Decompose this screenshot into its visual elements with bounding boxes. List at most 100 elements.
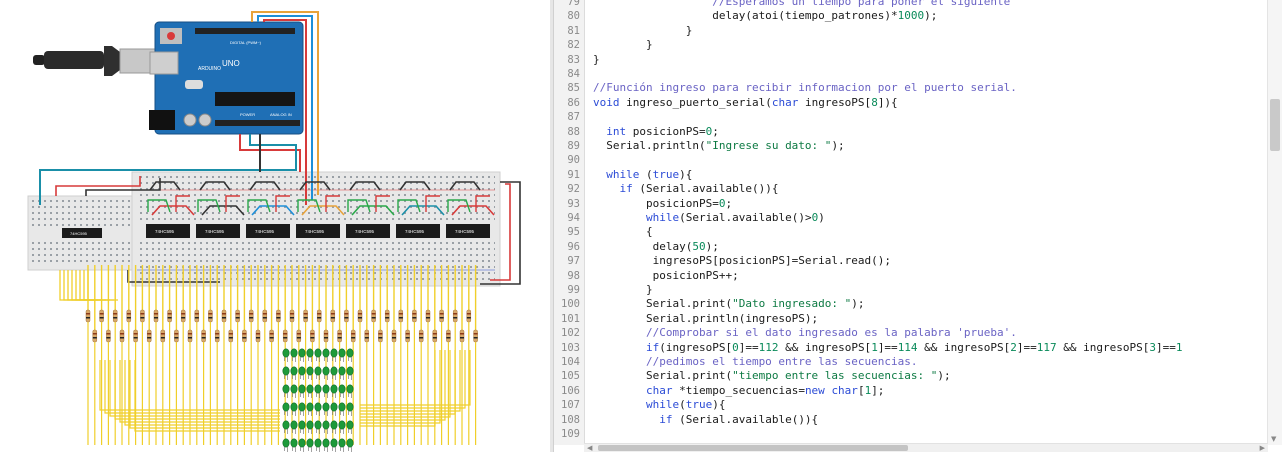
resistor[interactable] — [405, 329, 410, 343]
resistor[interactable] — [221, 309, 227, 323]
led[interactable] — [322, 420, 330, 430]
vertical-scroll-thumb[interactable] — [1270, 99, 1280, 151]
code-line[interactable]: delay(50); — [593, 240, 719, 254]
led[interactable] — [346, 420, 354, 430]
led[interactable] — [298, 366, 306, 376]
resistor[interactable] — [255, 329, 261, 343]
led[interactable] — [282, 438, 290, 448]
resistor[interactable] — [235, 309, 240, 323]
scroll-right-arrow-icon[interactable]: ▶ — [1260, 444, 1265, 452]
resistor[interactable] — [262, 309, 268, 323]
code-line[interactable]: if (Serial.available()){ — [593, 182, 779, 196]
arduino-board[interactable]: UNO ARDUINO DIGITAL (PWM~) POWER ANALOG … — [149, 21, 304, 135]
led[interactable] — [298, 402, 306, 412]
led[interactable] — [314, 402, 322, 412]
led[interactable] — [338, 420, 346, 430]
led[interactable] — [346, 438, 354, 448]
code-line[interactable]: posicionPS++; — [593, 269, 739, 283]
code-text-area[interactable]: //Esperamos un tiempo para poner el sigu… — [593, 0, 1268, 445]
usb-cable[interactable] — [33, 46, 161, 76]
resistor[interactable] — [398, 309, 404, 323]
resistor[interactable] — [296, 329, 302, 343]
code-line[interactable]: //Función ingreso para recibir informaci… — [593, 81, 1017, 95]
resistor[interactable] — [473, 329, 478, 343]
resistor[interactable] — [208, 309, 213, 323]
code-line[interactable]: void ingreso_puerto_serial(char ingresoP… — [593, 96, 898, 110]
led[interactable] — [322, 402, 330, 412]
resistor[interactable] — [418, 329, 424, 343]
led[interactable] — [306, 420, 314, 430]
led[interactable] — [290, 420, 298, 430]
resistor[interactable] — [146, 329, 152, 343]
code-line[interactable]: Serial.print("tiempo entre las secuencia… — [593, 369, 951, 383]
wire-lead[interactable] — [360, 350, 466, 409]
led[interactable] — [298, 384, 306, 394]
code-line[interactable]: } — [593, 283, 653, 297]
led[interactable] — [338, 438, 346, 448]
code-line[interactable]: Serial.println("Ingrese su dato: "); — [593, 139, 844, 153]
led[interactable] — [338, 366, 346, 376]
led[interactable] — [290, 366, 298, 376]
code-line[interactable]: int posicionPS=0; — [593, 125, 719, 139]
resistor[interactable] — [391, 329, 397, 343]
resistor[interactable] — [337, 329, 342, 343]
led[interactable] — [306, 384, 314, 394]
led[interactable] — [346, 384, 354, 394]
resistor[interactable] — [378, 329, 383, 343]
code-line[interactable]: while(Serial.available()>0) — [593, 211, 825, 225]
resistor[interactable] — [92, 329, 98, 343]
led[interactable] — [330, 366, 338, 376]
code-line[interactable]: } — [593, 38, 653, 52]
led[interactable] — [338, 348, 346, 358]
resistor[interactable] — [432, 329, 438, 343]
code-line[interactable]: while (true){ — [593, 168, 692, 182]
led[interactable] — [346, 366, 354, 376]
resistor[interactable] — [242, 329, 247, 343]
resistor[interactable] — [439, 309, 444, 323]
resistor[interactable] — [106, 329, 111, 343]
resistor[interactable] — [140, 309, 145, 323]
resistor[interactable] — [364, 329, 370, 343]
led[interactable] — [322, 438, 330, 448]
code-line[interactable]: if (Serial.available()){ — [593, 413, 818, 427]
code-line[interactable]: posicionPS=0; — [593, 197, 732, 211]
resistor[interactable] — [160, 329, 166, 343]
resistor[interactable] — [276, 309, 281, 323]
led[interactable] — [306, 366, 314, 376]
led[interactable] — [338, 384, 346, 394]
code-editor[interactable]: 79 80 81 82 83 84 85 86 87 88 89 90 91 92 93 94 95 96 97 98… — [554, 0, 1282, 452]
code-line[interactable]: ingresoPS[posicionPS]=Serial.read(); — [593, 254, 891, 268]
code-line[interactable]: char *tiempo_secuencias=new char[1]; — [593, 384, 884, 398]
resistor[interactable] — [194, 309, 200, 323]
resistor[interactable] — [350, 329, 356, 343]
resistor[interactable] — [425, 309, 431, 323]
circuit-drawing[interactable]: UNO ARDUINO DIGITAL (PWM~) POWER ANALOG … — [0, 0, 550, 452]
led[interactable] — [314, 438, 322, 448]
wire-lead[interactable] — [360, 350, 446, 421]
resistor[interactable] — [119, 329, 125, 343]
led[interactable] — [306, 348, 314, 358]
code-line[interactable]: if(ingresoPS[0]==112 && ingresoPS[1]==11… — [593, 341, 1183, 355]
led[interactable] — [330, 348, 338, 358]
resistor[interactable] — [167, 309, 172, 323]
resistor[interactable] — [228, 329, 234, 343]
led[interactable] — [290, 348, 298, 358]
resistor[interactable] — [323, 329, 329, 343]
code-line[interactable]: Serial.print("Dato ingresado: "); — [593, 297, 865, 311]
code-line[interactable]: //pedimos el tiempo entre las secuencias… — [593, 355, 918, 369]
resistor[interactable] — [330, 309, 336, 323]
code-line[interactable]: } — [593, 24, 693, 38]
led[interactable] — [314, 348, 322, 358]
led[interactable] — [314, 384, 322, 394]
code-line[interactable]: Serial.println(ingresoPS); — [593, 312, 818, 326]
code-line[interactable]: //Esperamos un tiempo para poner el sigu… — [593, 0, 1010, 9]
resistor[interactable] — [269, 329, 274, 343]
resistor[interactable] — [153, 309, 159, 323]
led[interactable] — [298, 348, 306, 358]
circuit-canvas[interactable]: UNO ARDUINO DIGITAL (PWM~) POWER ANALOG … — [0, 0, 550, 452]
horizontal-scrollbar[interactable]: ◀ ▶ — [584, 443, 1268, 452]
led[interactable] — [298, 420, 306, 430]
led[interactable] — [322, 366, 330, 376]
resistor[interactable] — [180, 309, 186, 323]
led[interactable] — [346, 348, 354, 358]
